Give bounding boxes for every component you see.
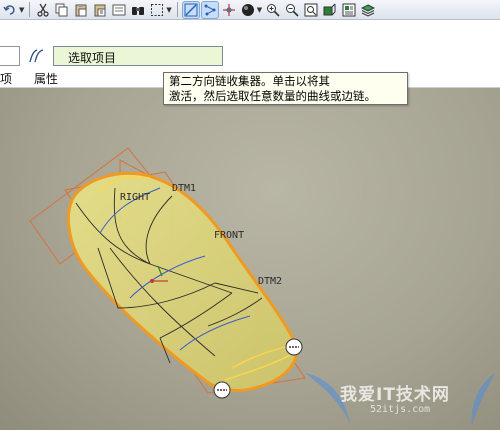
chevron-down-icon[interactable]: ▼: [257, 6, 262, 14]
drag-handle-upper[interactable]: [285, 338, 303, 356]
chain-curve-icon: [29, 49, 44, 63]
site-watermark: 我爱IT技术网 52itjs.com: [300, 368, 500, 430]
feature-dashboard: 选取项目: [0, 21, 500, 68]
watermark-url: 52itjs.com: [370, 404, 431, 415]
refit-icon[interactable]: [303, 2, 319, 18]
cut-icon[interactable]: [35, 2, 51, 18]
datum-label-dtm1: DTM1: [172, 183, 196, 194]
saved-views-icon[interactable]: [341, 2, 357, 18]
collector-tooltip: 第二方向链收集器。单击以将其 激活，然后选取任意数量的曲线或边链。: [163, 72, 408, 105]
toolbar-separator: [29, 2, 31, 17]
tab-items[interactable]: 项: [0, 70, 12, 87]
sketch-icon[interactable]: [200, 0, 219, 19]
chevron-down-icon[interactable]: ▼: [19, 6, 24, 14]
orient-icon[interactable]: [322, 2, 338, 18]
datum-display-icon[interactable]: [181, 0, 200, 19]
datum-label-front: FRONT: [214, 230, 244, 241]
tooltip-line-2: 激活，然后选取任意数量的曲线或边链。: [169, 89, 376, 103]
zoom-out-icon[interactable]: [284, 2, 300, 18]
drag-handle-lower[interactable]: [213, 381, 231, 399]
toolbar-separator: [176, 2, 178, 17]
copy-icon[interactable]: [54, 2, 70, 18]
main-toolbar: ▼ ▼ ▼: [0, 0, 500, 20]
watermark-text: 我爱IT技术网: [340, 385, 450, 405]
undo-icon[interactable]: [2, 2, 18, 18]
paste-special-icon[interactable]: [92, 2, 108, 18]
tab-properties[interactable]: 属性: [34, 70, 58, 87]
find-icon[interactable]: [130, 2, 146, 18]
chevron-down-icon[interactable]: ▼: [166, 6, 171, 14]
tooltip-line-1: 第二方向链收集器。单击以将其: [169, 74, 330, 88]
datum-label-dtm2: DTM2: [258, 276, 282, 287]
zoom-in-icon[interactable]: [265, 2, 281, 18]
datum-label-right: RIGHT: [120, 192, 150, 203]
layers-icon[interactable]: [360, 2, 376, 18]
shading-icon[interactable]: [240, 2, 256, 18]
select-box-icon[interactable]: [149, 2, 165, 18]
regenerate-icon[interactable]: [111, 2, 127, 18]
first-direction-collector[interactable]: [0, 46, 20, 66]
second-direction-collector[interactable]: 选取项目: [53, 46, 223, 66]
paste-icon[interactable]: [73, 2, 89, 18]
spin-center-icon[interactable]: [221, 2, 237, 18]
